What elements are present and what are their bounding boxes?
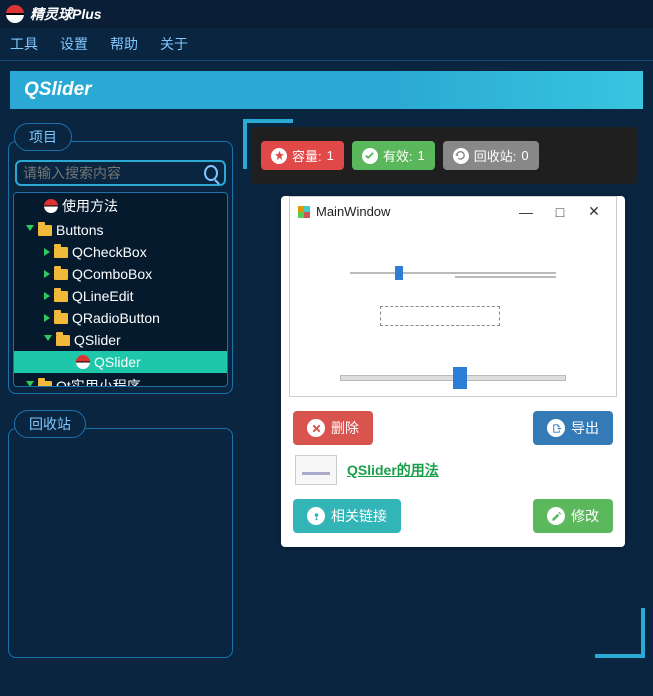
tree-item-qcombobox[interactable]: QComboBox: [14, 263, 227, 285]
tree-item-qslider[interactable]: QSlider: [14, 351, 227, 373]
app-title: 精灵球Plus: [30, 4, 102, 24]
folder-icon: [56, 335, 70, 346]
menu-tools[interactable]: 工具: [10, 34, 38, 54]
menu-settings[interactable]: 设置: [60, 34, 88, 54]
export-icon: [547, 419, 565, 437]
search-box[interactable]: [15, 160, 226, 186]
folder-icon: [54, 247, 68, 258]
expand-icon[interactable]: [44, 248, 50, 256]
expand-icon[interactable]: [44, 314, 50, 322]
edit-button[interactable]: 修改: [533, 499, 613, 533]
app-logo-icon: [6, 5, 24, 23]
tree-item-qlineedit[interactable]: QLineEdit: [14, 285, 227, 307]
refresh-icon: [453, 148, 469, 164]
delete-button[interactable]: 删除: [293, 411, 373, 445]
usage-link[interactable]: QSlider的用法: [347, 460, 439, 480]
minimize-button[interactable]: —: [512, 204, 540, 220]
menu-help[interactable]: 帮助: [110, 34, 138, 54]
tree-item-buttons[interactable]: Buttons: [14, 219, 227, 241]
doc-icon: [44, 199, 58, 213]
preview-window: MainWindow — □ ✕: [289, 196, 617, 397]
project-group-label: 项目: [14, 123, 72, 151]
project-tree[interactable]: 使用方法 Buttons QCheckBox QComboBox: [13, 192, 228, 387]
corner-decoration-icon: [243, 119, 293, 169]
menu-bar: 工具 设置 帮助 关于: [0, 28, 653, 61]
tree-item-qslider-folder[interactable]: QSlider: [14, 329, 227, 351]
pencil-icon: [547, 507, 565, 525]
preview-card: MainWindow — □ ✕: [281, 196, 625, 547]
close-icon: [307, 419, 325, 437]
link-row: QSlider的用法: [281, 451, 625, 493]
expand-icon[interactable]: [44, 270, 50, 278]
doc-icon: [76, 355, 90, 369]
expand-icon[interactable]: [26, 225, 34, 235]
maximize-button[interactable]: □: [546, 204, 574, 220]
main-area: 容量:1 有效:1 回收站:0 MainWindow — □ ✕: [243, 119, 645, 658]
folder-icon: [54, 269, 68, 280]
slider-track-icon: [455, 276, 556, 278]
window-title: MainWindow: [316, 204, 390, 219]
expand-icon[interactable]: [26, 381, 34, 387]
preview-body: [290, 226, 616, 396]
slider-track-icon: [340, 375, 566, 381]
expand-icon[interactable]: [44, 335, 52, 345]
slider-track-icon: [350, 272, 556, 274]
folder-icon: [38, 225, 52, 236]
corner-decoration-icon: [595, 608, 645, 658]
title-bar: 精灵球Plus: [0, 0, 653, 28]
export-button[interactable]: 导出: [533, 411, 613, 445]
status-badges: 容量:1 有效:1 回收站:0: [251, 127, 637, 184]
folder-icon: [54, 291, 68, 302]
recycle-panel: [8, 428, 233, 658]
close-button[interactable]: ✕: [580, 203, 608, 220]
thumbnail-icon: [295, 455, 337, 485]
expand-icon[interactable]: [44, 292, 50, 300]
recycle-group-label: 回收站: [14, 410, 86, 438]
tree-item-usage[interactable]: 使用方法: [14, 193, 227, 219]
tree-item-util[interactable]: Qt实用小程序: [14, 373, 227, 387]
check-icon: [362, 148, 378, 164]
tree-item-qradio[interactable]: QRadioButton: [14, 307, 227, 329]
window-app-icon: [298, 206, 310, 218]
search-icon[interactable]: [204, 165, 218, 181]
folder-icon: [54, 313, 68, 324]
page-title: QSlider: [10, 71, 643, 109]
related-links-button[interactable]: 相关链接: [293, 499, 401, 533]
preview-titlebar: MainWindow — □ ✕: [290, 197, 616, 226]
tree-item-qcheckbox[interactable]: QCheckBox: [14, 241, 227, 263]
folder-icon: [38, 381, 52, 388]
slider-handle-icon: [453, 367, 467, 389]
valid-badge[interactable]: 有效:1: [352, 141, 435, 170]
search-input[interactable]: [23, 165, 204, 181]
slider-handle-icon: [395, 266, 403, 280]
pin-icon: [307, 507, 325, 525]
project-panel: 使用方法 Buttons QCheckBox QComboBox: [8, 141, 233, 394]
menu-about[interactable]: 关于: [160, 34, 188, 54]
recycle-badge[interactable]: 回收站:0: [443, 141, 539, 170]
selection-rect-icon: [380, 306, 500, 326]
